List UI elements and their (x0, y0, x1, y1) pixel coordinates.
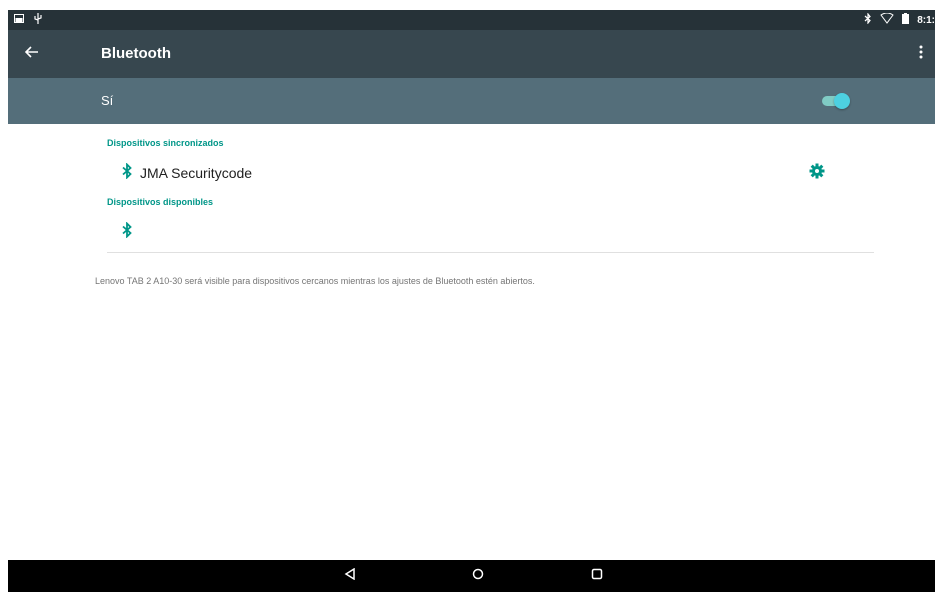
navigation-bar (8, 560, 935, 592)
switch-label: Sí (101, 93, 114, 108)
device-settings-button[interactable] (809, 163, 827, 181)
gear-icon (809, 163, 825, 183)
available-devices-header: Dispositivos disponibles (107, 197, 214, 207)
bluetooth-settings-screen: 8:1: Bluetooth Sí Dispositivos sincroniz… (8, 10, 935, 592)
toggle-thumb (834, 93, 850, 109)
bluetooth-icon (121, 221, 135, 240)
device-name: JMA Securitycode (140, 165, 253, 181)
status-time: 8:1: (917, 14, 935, 26)
visibility-info-text: Lenovo TAB 2 A10-30 será visible para di… (95, 276, 535, 286)
divider (107, 252, 874, 253)
home-circle-icon (472, 567, 484, 585)
back-triangle-icon (344, 567, 356, 585)
wifi-icon (880, 12, 894, 27)
page-title: Bluetooth (101, 45, 171, 62)
recents-square-icon (591, 567, 603, 585)
nav-back-button[interactable] (340, 566, 360, 586)
usb-icon (34, 13, 42, 27)
more-vert-icon (919, 45, 923, 64)
nav-recents-button[interactable] (587, 566, 607, 586)
overflow-menu-button[interactable] (911, 42, 931, 66)
bluetooth-master-switch-row[interactable]: Sí (8, 78, 935, 124)
app-toolbar: Bluetooth (8, 30, 935, 78)
bluetooth-toggle[interactable] (822, 93, 850, 109)
status-bar: 8:1: (8, 10, 935, 30)
bluetooth-icon (121, 162, 135, 181)
available-device-row[interactable] (107, 220, 867, 244)
battery-icon (902, 13, 910, 27)
nav-home-button[interactable] (468, 566, 488, 586)
back-button[interactable] (18, 40, 46, 68)
image-icon (14, 14, 24, 26)
bluetooth-icon (864, 12, 872, 27)
arrow-back-icon (24, 45, 39, 63)
paired-devices-header: Dispositivos sincronizados (107, 138, 224, 148)
paired-device-row[interactable]: JMA Securitycode (107, 161, 867, 185)
